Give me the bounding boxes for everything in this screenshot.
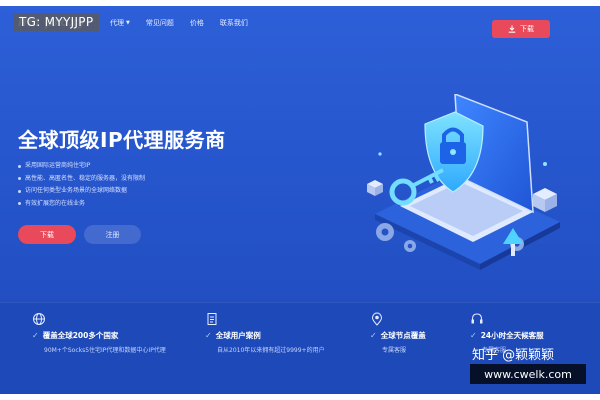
- site-watermark: www.cwelk.com: [470, 364, 586, 384]
- check-icon: ✓: [32, 331, 39, 340]
- hero-feature-item: 采用国际运营商纯住宅IP: [18, 160, 145, 173]
- feature-subtitle: 自从2010年以来拥有超过9999+的用户: [217, 347, 325, 354]
- check-icon: ✓: [470, 331, 477, 340]
- globe-icon: [33, 313, 45, 325]
- feature-title-row: ✓ 24小时全天候客服: [470, 330, 544, 341]
- security-laptop-illustration: [367, 94, 560, 270]
- hero-feature-item: 高性能、高匿名性、稳定的服务器，没有限制: [18, 173, 145, 186]
- nav-item-proxy-label: 代理: [110, 19, 124, 27]
- bullet-icon: [18, 177, 21, 181]
- bullet-icon: [18, 202, 21, 206]
- bullet-icon: [18, 189, 21, 193]
- feature-title-row: ✓ 覆盖全球200多个国家: [32, 330, 166, 341]
- feature-title: 全球用户案例: [215, 331, 261, 340]
- header-download-label: 下载: [520, 25, 534, 33]
- nav-item-faq[interactable]: 常见问题: [146, 18, 174, 28]
- nav-item-contact[interactable]: 联系我们: [220, 18, 248, 28]
- hero-feature-text: 访问任何类型业务场景的全球网络数据: [25, 187, 128, 194]
- hero-feature-list: 采用国际运营商纯住宅IP 高性能、高匿名性、稳定的服务器，没有限制 访问任何类型…: [18, 160, 145, 210]
- zhihu-watermark: 知乎 @颖颖颖: [472, 348, 555, 363]
- divider: [0, 302, 600, 303]
- bullet-icon: [18, 164, 21, 168]
- check-icon: ✓: [205, 331, 212, 340]
- landing-page: llm proxy 代理 ▼ 常见问题 价格 联系我们 下载 全球顶级IP代理服…: [0, 6, 600, 394]
- check-icon: ✓: [370, 331, 377, 340]
- hero-feature-text: 有效扩展您的在线业务: [25, 199, 86, 207]
- header-download-button[interactable]: 下载: [492, 20, 550, 38]
- feature-user-cases: ✓ 全球用户案例 自从2010年以来拥有超过9999+的用户: [205, 312, 325, 354]
- hero-feature-text: 采用国际运营商纯住宅IP: [25, 162, 91, 169]
- nav-item-proxy[interactable]: 代理 ▼: [110, 18, 130, 28]
- nav-item-pricing[interactable]: 价格: [190, 18, 204, 28]
- hero-feature-item: 访问任何类型业务场景的全球网络数据: [18, 185, 145, 198]
- hero-feature-text: 高性能、高匿名性、稳定的服务器，没有限制: [25, 174, 146, 182]
- feature-title: 全球节点覆盖: [380, 331, 426, 340]
- tg-watermark: TG: MYYJJPP: [13, 13, 100, 31]
- hero-download-button[interactable]: 下载: [18, 225, 76, 244]
- feature-global-coverage: ✓ 覆盖全球200多个国家 90M+个Socks5住宅IP代理和数据中心IP代理: [32, 312, 166, 354]
- hero-feature-item: 有效扩展您的在线业务: [18, 198, 145, 211]
- hero-title: 全球顶级IP代理服务商: [18, 128, 226, 152]
- hero-register-button[interactable]: 注册: [84, 225, 141, 244]
- feature-title-row: ✓ 全球用户案例: [205, 330, 325, 341]
- headset-icon: [471, 313, 483, 324]
- chevron-down-icon: ▼: [126, 20, 130, 26]
- nav-links: 代理 ▼ 常见问题 价格 联系我们: [110, 6, 248, 40]
- feature-subtitle: 90M+个Socks5住宅IP代理和数据中心IP代理: [44, 347, 166, 354]
- feature-subtitle: 专属客服: [382, 347, 407, 354]
- feature-title: 24小时全天候客服: [480, 331, 544, 340]
- download-icon: [508, 25, 516, 33]
- feature-title-row: ✓ 全球节点覆盖: [370, 330, 426, 341]
- feature-title: 覆盖全球200多个国家: [42, 331, 119, 340]
- feature-node-coverage: ✓ 全球节点覆盖 专属客服: [370, 312, 426, 354]
- location-icon: [371, 312, 383, 326]
- document-icon: [207, 313, 217, 325]
